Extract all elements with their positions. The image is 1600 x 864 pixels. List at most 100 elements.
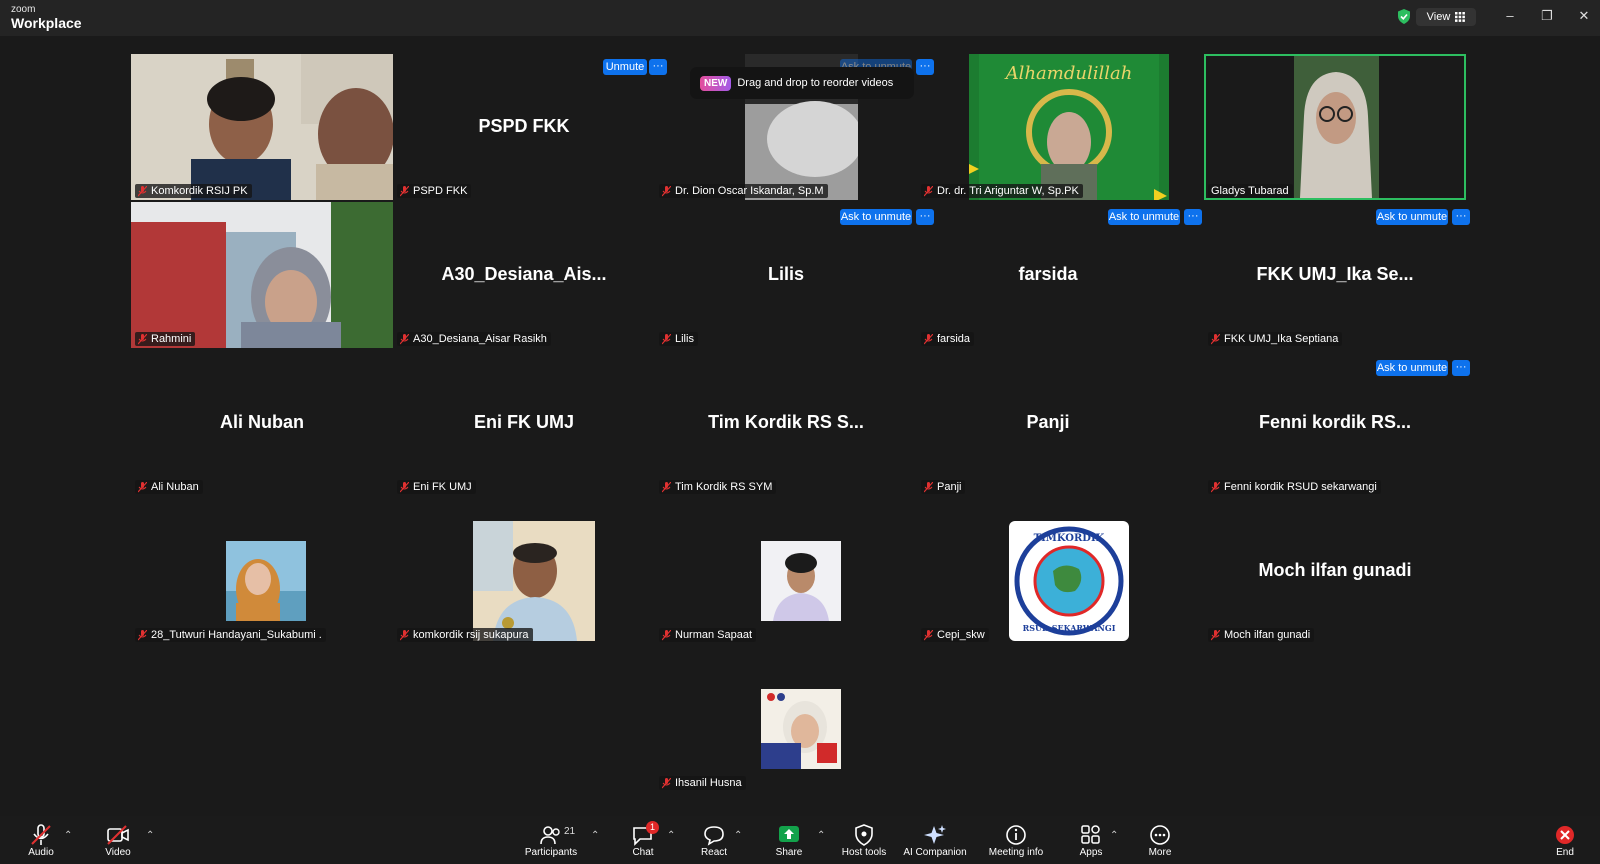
name-tag: Komkordik RSIJ PK: [135, 184, 252, 198]
end-call-icon: [1556, 826, 1574, 844]
share-options-chevron-up-icon[interactable]: ⌃: [817, 830, 825, 841]
more-options-button[interactable]: ···: [916, 209, 934, 225]
name-tag: Panji: [921, 480, 966, 494]
participant-display-name: Eni FK UMJ: [473, 412, 574, 432]
react-options-chevron-up-icon[interactable]: ⌃: [734, 830, 742, 841]
info-icon: [1006, 825, 1026, 845]
name-tag: Lilis: [659, 332, 698, 346]
grid-icon: [1455, 12, 1466, 22]
ask-to-unmute-button[interactable]: Ask to unmute: [1108, 209, 1180, 225]
muted-mic-icon: [662, 629, 671, 640]
audio-button[interactable]: Audio: [22, 824, 60, 862]
muted-mic-icon: [138, 481, 147, 492]
muted-mic-icon: [1211, 629, 1220, 640]
close-icon[interactable]: ✕: [1574, 8, 1594, 26]
logo-bottom-text: RSUD SEKARWANGI: [1023, 623, 1116, 633]
participant-tile[interactable]: PSPD FKK PSPD FKK: [393, 54, 655, 200]
name-tag: Rahmini: [135, 332, 196, 346]
view-button[interactable]: View: [1416, 8, 1476, 26]
name-tag: Dr. dr. Tri Ariguntar W, Sp.PK: [921, 184, 1083, 198]
unmute-button[interactable]: Unmute: [603, 59, 647, 75]
muted-mic-icon: [662, 777, 671, 788]
more-dots-icon: [1150, 825, 1170, 845]
participant-tile[interactable]: komkordik rsij sukapura: [393, 498, 655, 644]
muted-mic-icon: [1211, 481, 1220, 492]
chat-options-chevron-up-icon[interactable]: ⌃: [667, 830, 675, 841]
participants-count: 21: [564, 826, 576, 837]
poster-text: Alhamdulillah: [1004, 63, 1133, 84]
participant-avatar: [226, 541, 306, 621]
participant-display-name: Panji: [1026, 412, 1070, 432]
participant-video: [131, 54, 393, 200]
name-tag: Gladys Tubarad: [1208, 184, 1293, 198]
participant-tile[interactable]: Rahmini: [131, 202, 393, 348]
participant-tile[interactable]: Panji Panji: [917, 350, 1179, 496]
more-options-button[interactable]: ···: [649, 59, 667, 75]
participant-display-name: Lilis: [767, 264, 804, 284]
muted-mic-icon: [924, 629, 933, 640]
audio-options-chevron-up-icon[interactable]: ⌃: [64, 830, 72, 841]
minimize-icon[interactable]: –: [1500, 8, 1520, 26]
name-tag: Cepi_skw: [921, 628, 989, 642]
participant-tile[interactable]: 28_Tutwuri Handayani_Sukabumi .: [131, 498, 393, 644]
participant-tile[interactable]: Eni FK UMJ Eni FK UMJ: [393, 350, 655, 496]
participants-icon: [540, 826, 560, 845]
video-button[interactable]: Video: [99, 824, 137, 862]
participant-avatar: [761, 541, 841, 621]
more-options-button[interactable]: ···: [1452, 360, 1470, 376]
brand-small: zoom: [11, 4, 36, 15]
participant-tile[interactable]: TIMKORDIK RSUD SEKARWANGI Cepi_skw: [917, 498, 1179, 644]
ai-companion-button[interactable]: AI Companion: [902, 824, 968, 862]
name-tag: komkordik rsij sukapura: [397, 628, 533, 642]
muted-mic-icon: [662, 185, 671, 196]
participant-display-name: Ali Nuban: [220, 412, 304, 432]
more-options-button[interactable]: ···: [1184, 209, 1202, 225]
title-bar: zoom Workplace View – ❐ ✕: [0, 0, 1600, 36]
muted-mic-icon: [400, 629, 409, 640]
ask-to-unmute-button[interactable]: Ask to unmute: [1376, 209, 1448, 225]
participant-tile[interactable]: Tim Kordik RS S... Tim Kordik RS SYM: [655, 350, 917, 496]
participant-tile-active-speaker[interactable]: Gladys Tubarad: [1204, 54, 1466, 200]
participant-display-name: PSPD FKK: [478, 116, 570, 136]
react-button[interactable]: React: [696, 824, 732, 862]
participant-tile[interactable]: Alhamdulillah Dr. dr. Tri Ariguntar W, S…: [917, 54, 1179, 200]
muted-mic-icon: [400, 185, 409, 196]
ask-to-unmute-button[interactable]: Ask to unmute: [840, 209, 912, 225]
name-tag: 28_Tutwuri Handayani_Sukabumi .: [135, 628, 326, 642]
participant-tile[interactable]: Ihsanil Husna: [655, 646, 917, 792]
more-options-button[interactable]: ···: [916, 59, 934, 75]
more-options-button[interactable]: ···: [1452, 209, 1470, 225]
participant-tile[interactable]: Komkordik RSIJ PK: [131, 54, 393, 200]
share-screen-icon: [779, 826, 799, 842]
video-off-icon: [107, 825, 129, 845]
participant-video: [1294, 56, 1379, 198]
meeting-info-button[interactable]: Meeting info: [986, 824, 1046, 862]
participants-options-chevron-up-icon[interactable]: ⌃: [591, 830, 599, 841]
host-tools-button[interactable]: Host tools: [839, 824, 889, 862]
apps-button[interactable]: Apps: [1075, 824, 1107, 862]
muted-mic-icon: [138, 333, 147, 344]
participant-tile[interactable]: A30_Desiana_Ais... A30_Desiana_Aisar Ras…: [393, 202, 655, 348]
muted-mic-icon: [662, 333, 671, 344]
participant-tile[interactable]: Moch ilfan gunadi Moch ilfan gunadi: [1204, 498, 1466, 644]
apps-icon: [1081, 825, 1100, 844]
participant-avatar: [761, 689, 841, 769]
participant-tile[interactable]: Nurman Sapaat: [655, 498, 917, 644]
video-options-chevron-up-icon[interactable]: ⌃: [146, 830, 154, 841]
restore-icon[interactable]: ❐: [1537, 8, 1557, 26]
security-shield-icon[interactable]: [1397, 9, 1411, 24]
share-button[interactable]: Share: [770, 824, 808, 862]
muted-mic-icon: [924, 333, 933, 344]
apps-options-chevron-up-icon[interactable]: ⌃: [1110, 830, 1118, 841]
participant-display-name: Moch ilfan gunadi: [1258, 560, 1412, 580]
name-tag: Eni FK UMJ: [397, 480, 476, 494]
name-tag: PSPD FKK: [397, 184, 472, 198]
meeting-toolbar: Audio ⌃ Video ⌃ Participants 21 ⌃ Chat 1…: [0, 816, 1600, 864]
view-label: View: [1426, 11, 1451, 23]
more-button[interactable]: More: [1144, 824, 1176, 862]
end-button[interactable]: End: [1552, 824, 1578, 862]
ask-to-unmute-button[interactable]: Ask to unmute: [1376, 360, 1448, 376]
participant-tile[interactable]: Ali Nuban Ali Nuban: [131, 350, 393, 496]
name-tag: Dr. Dion Oscar Iskandar, Sp.M: [659, 184, 828, 198]
name-tag: Fenni kordik RSUD sekarwangi: [1208, 480, 1381, 494]
